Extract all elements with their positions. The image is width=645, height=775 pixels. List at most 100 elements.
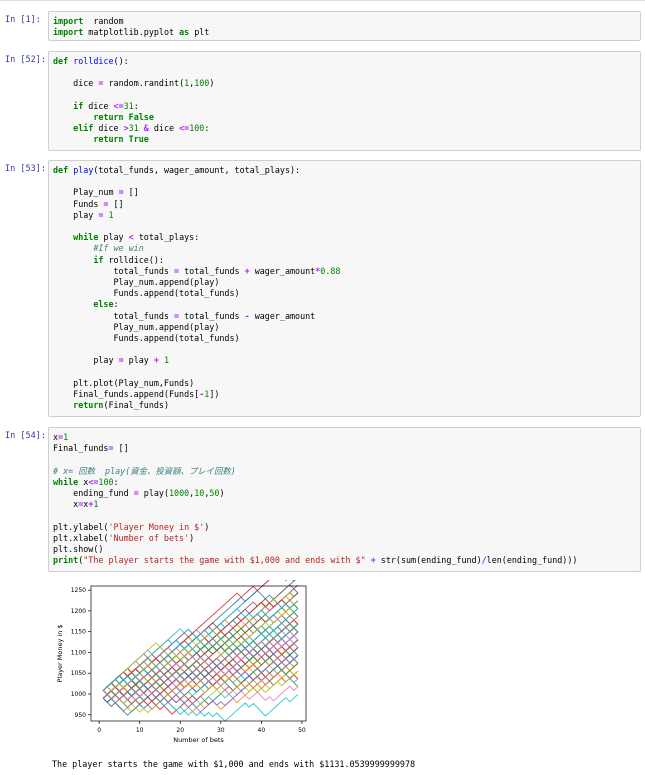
code-cell-simulation[interactable]: In [54]: x=1 Final_funds= [] # x= 回数 pla… <box>0 427 645 572</box>
code-token: Final_funds <box>53 443 109 454</box>
code-token: 1000 <box>169 488 190 499</box>
code-token: (Final_funds) <box>103 400 169 411</box>
code-token: def <box>53 56 69 66</box>
code-line: Final_funds= [] <box>53 443 129 453</box>
code-token: x <box>53 499 79 510</box>
code-token: ) <box>189 532 195 543</box>
code-text[interactable]: def rolldice(): dice = random.randint(1,… <box>49 52 640 146</box>
code-token: 'Player Money in $' <box>108 521 205 532</box>
code-token: wager_amount <box>249 265 316 276</box>
x-tick-label: 10 <box>136 727 144 734</box>
code-token: total_plays: <box>133 232 200 243</box>
code-line: Funds.append(total_funds) <box>53 288 240 298</box>
code-token: return <box>93 134 124 145</box>
series-line <box>102 584 299 692</box>
code-token: ) <box>204 521 210 532</box>
code-cell-imports[interactable]: In [1]: import random import matplotlib.… <box>0 11 645 41</box>
code-token: #If we win <box>93 243 144 254</box>
code-editor[interactable]: import random import matplotlib.pyplot a… <box>48 11 641 41</box>
code-token: random.randint( <box>103 78 185 89</box>
code-token: False <box>128 112 154 123</box>
output-line-chart: 0 10 20 30 40 50 950 1000 1050 1100 1150 1200 1250 Nu… <box>56 580 307 744</box>
code-line: # x= 回数 play(資金、投資額、プレイ回数) <box>53 466 236 476</box>
code-token: 31 <box>123 100 134 111</box>
code-token: 100 <box>98 476 114 487</box>
code-token: while <box>53 476 79 487</box>
code-token: : <box>133 100 139 111</box>
code-token: [] <box>123 187 139 198</box>
code-cell-play[interactable]: In [53]: def play(total_funds, wager_amo… <box>0 160 645 417</box>
code-token: matplotlib.pyplot <box>83 27 180 38</box>
x-tick-label: 40 <box>258 727 266 734</box>
x-tick-label: 30 <box>217 727 225 734</box>
code-token: def <box>53 165 69 175</box>
code-token: # x= 回数 play(資金、投資額、プレイ回数) <box>53 465 236 476</box>
series-line <box>102 661 299 709</box>
code-text[interactable]: def play(total_funds, wager_amount, tota… <box>49 161 640 411</box>
series-line <box>102 629 299 696</box>
code-token: [] <box>108 198 124 209</box>
y-tick-label: 1200 <box>71 608 86 615</box>
code-token: 100 <box>189 123 205 134</box>
code-line: def rolldice(): <box>53 56 129 66</box>
code-cell-rolldice[interactable]: In [52]: def rolldice(): dice = random.r… <box>0 51 645 151</box>
code-token: : <box>113 299 119 310</box>
code-token: <= <box>88 476 99 487</box>
code-line: import random <box>53 16 124 26</box>
code-token: print <box>53 555 79 566</box>
code-token: import <box>53 16 84 26</box>
code-line: x=x+1 <box>53 499 98 509</box>
code-token: plt.plot(Play_num,Funds) <box>53 377 195 388</box>
code-line: print("The player starts the game with $… <box>53 555 577 565</box>
code-line: #If we win <box>53 243 144 254</box>
code-token: play <box>73 165 94 175</box>
code-token: plt.ylabel( <box>53 521 109 532</box>
code-token: 100 <box>194 78 210 89</box>
cell-prompt: In [1]: <box>5 15 41 25</box>
code-editor[interactable]: def rolldice(): dice = random.randint(1,… <box>48 51 641 151</box>
code-line: plt.show() <box>53 544 103 554</box>
code-token: plt.show() <box>53 544 104 555</box>
code-token: ) <box>219 488 225 499</box>
code-editor[interactable]: def play(total_funds, wager_amount, tota… <box>48 160 641 417</box>
series-line <box>102 619 299 699</box>
code-token: if <box>93 254 104 265</box>
code-line: def play(total_funds, wager_amount, tota… <box>53 165 300 175</box>
code-token: 1 <box>108 209 114 220</box>
code-editor[interactable]: x=1 Final_funds= [] # x= 回数 play(資金、投資額、… <box>48 427 641 572</box>
code-line: Funds.append(total_funds) <box>53 333 240 343</box>
x-tick-label: 20 <box>176 727 184 734</box>
code-token: return <box>93 112 124 123</box>
code-token: play <box>123 355 154 366</box>
code-token: Play_num.append(play) <box>53 321 220 332</box>
code-token: <= <box>113 100 124 111</box>
series-line <box>102 645 299 691</box>
code-token: plt.xlabel( <box>53 532 109 543</box>
code-token: play <box>53 209 99 220</box>
cell-prompt: In [52]: <box>5 55 46 65</box>
code-line: total_funds = total_funds + wager_amount… <box>53 265 341 276</box>
code-text[interactable]: x=1 Final_funds= [] # x= 回数 play(資金、投資額、… <box>49 428 640 566</box>
code-line: return True <box>53 134 148 145</box>
code-token: rolldice(): <box>103 254 164 265</box>
code-line: while play < total_plays: <box>53 232 199 242</box>
y-tick-label: 1050 <box>71 670 86 677</box>
series-line <box>102 653 299 698</box>
code-line: while x<=100: <box>53 477 119 487</box>
code-line: Play_num = [] <box>53 187 139 197</box>
series-line <box>102 648 299 694</box>
output-print-text: The player starts the game with $1,000 a… <box>52 759 416 769</box>
series-line <box>102 598 299 692</box>
code-text[interactable]: import random import matplotlib.pyplot a… <box>49 12 640 38</box>
code-line: if rolldice(): <box>53 255 164 265</box>
code-line: elif dice >31 & dice <=100: <box>53 123 209 133</box>
code-line: if dice <=31: <box>53 101 139 111</box>
series-line <box>102 598 299 691</box>
code-token: Funds <box>53 198 104 209</box>
